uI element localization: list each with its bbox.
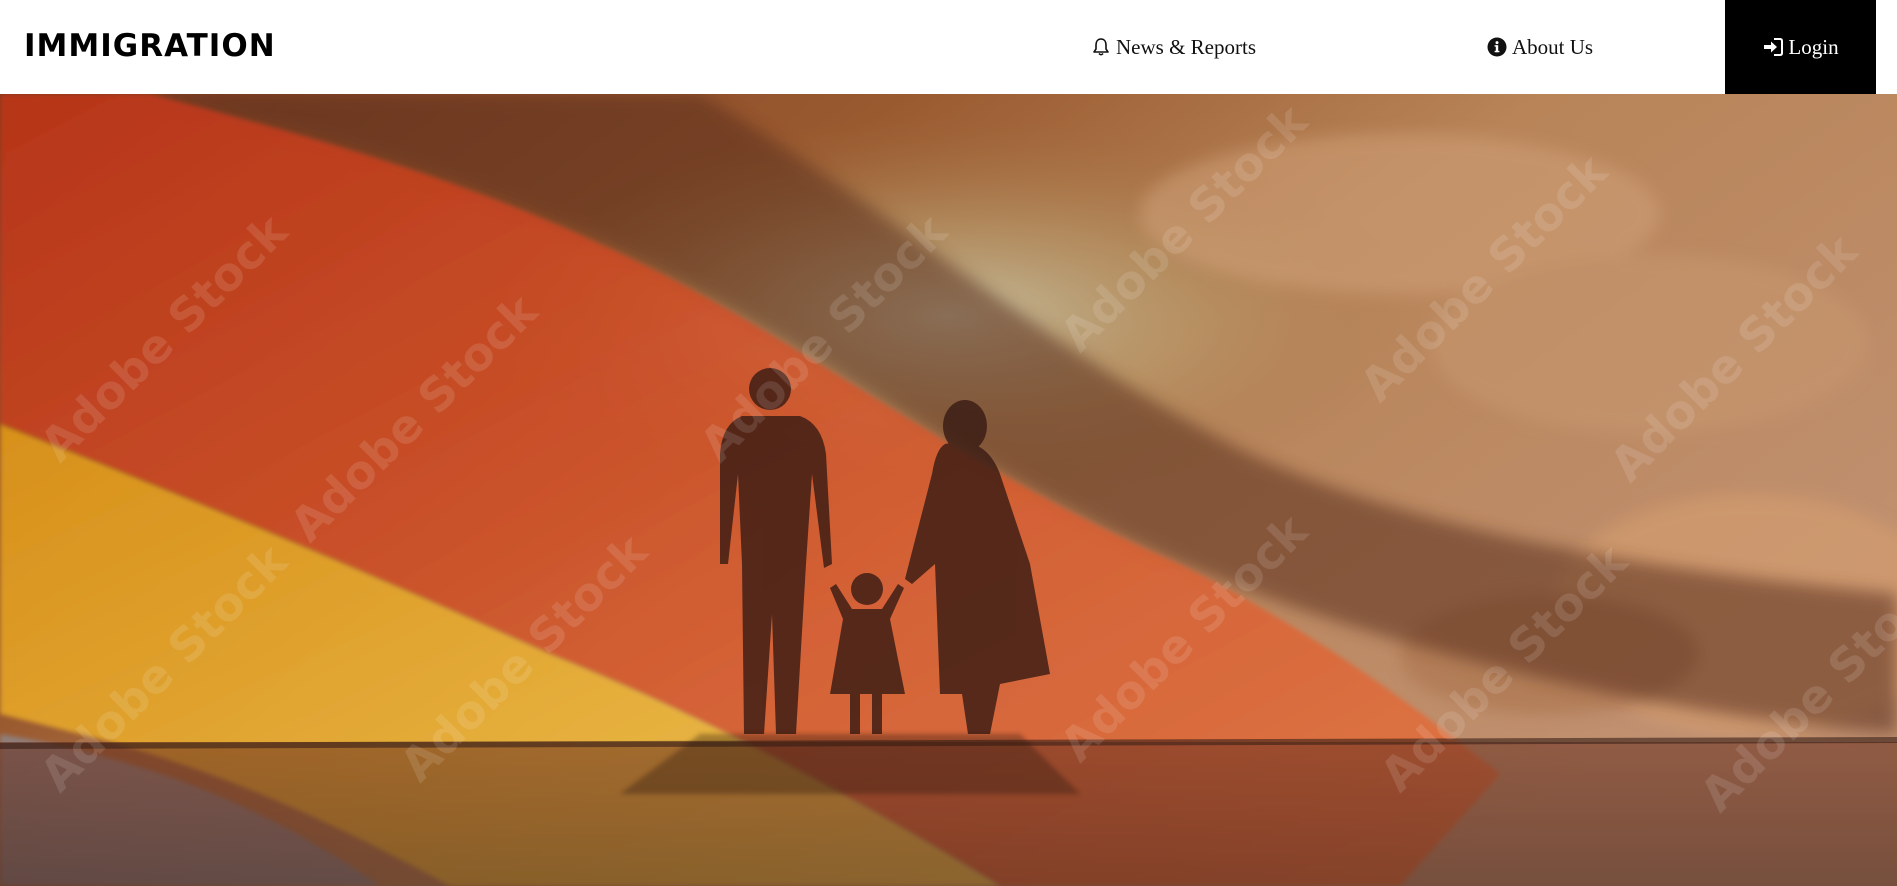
- nav-news-reports-label: News & Reports: [1116, 34, 1256, 59]
- hero-image: Adobe Stock Adobe Stock Adobe Stock Adob…: [0, 94, 1897, 886]
- nav-about-us-link[interactable]: About Us: [1486, 30, 1593, 64]
- sign-in-icon: [1762, 36, 1784, 58]
- bell-icon: [1090, 36, 1112, 58]
- navbar: IMMIGRATION News & Reports About Us Logi…: [0, 0, 1897, 94]
- hero-banner: Adobe Stock Adobe Stock Adobe Stock Adob…: [0, 94, 1897, 886]
- login-label: Login: [1788, 34, 1839, 59]
- nav-news-reports-link[interactable]: News & Reports: [1090, 30, 1256, 64]
- brand-logo[interactable]: IMMIGRATION: [24, 26, 276, 66]
- login-button[interactable]: Login: [1725, 0, 1876, 94]
- info-circle-icon: [1486, 36, 1508, 58]
- nav-about-us-label: About Us: [1512, 34, 1594, 59]
